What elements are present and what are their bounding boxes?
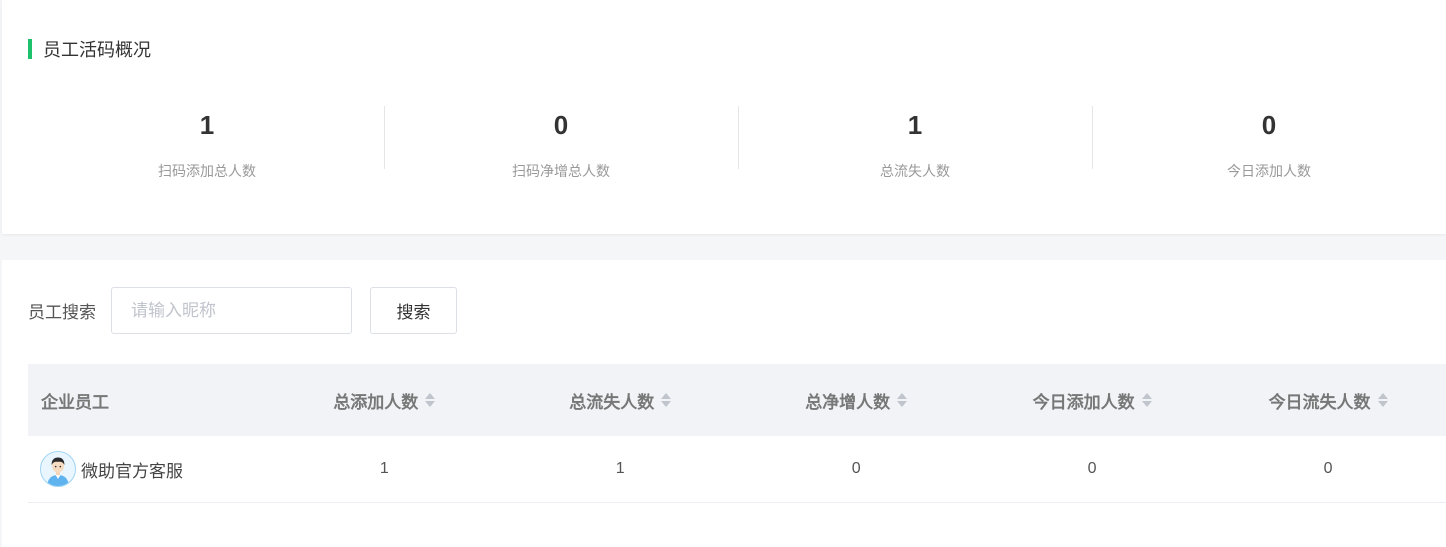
employee-table: 企业员工 总添加人数 总流失人数 总净增人数 今日添加人数 今日流失人数 微助官… (28, 364, 1446, 503)
column-header-label: 企业员工 (41, 392, 109, 413)
column-header-label: 总净增人数 (805, 392, 891, 413)
cell-total-lost: 1 (615, 460, 625, 477)
sort-icon[interactable] (897, 393, 908, 407)
stat-total-lost: 1 总流失人数 (738, 100, 1092, 180)
stat-label: 扫码添加总人数 (158, 164, 256, 180)
overview-card: 员工活码概况 1 扫码添加总人数 0 扫码净增总人数 1 总流失人数 0 今日添… (2, 0, 1446, 234)
stat-value: 0 (1261, 110, 1277, 140)
stat-value: 0 (553, 110, 569, 140)
stat-scan-net-total: 0 扫码净增总人数 (384, 100, 738, 180)
column-header-label: 总流失人数 (569, 392, 655, 413)
cell-total-added: 1 (379, 460, 389, 477)
stat-label: 总流失人数 (880, 164, 950, 180)
stat-scan-add-total: 1 扫码添加总人数 (30, 100, 384, 180)
employee-cell: 微助官方客服 (28, 451, 266, 487)
table-row[interactable]: 微助官方客服 1 1 0 0 0 (28, 436, 1446, 503)
stat-value: 1 (907, 110, 923, 140)
search-label: 员工搜索 (28, 303, 96, 323)
column-header-label: 今日添加人数 (1032, 392, 1135, 413)
stat-label: 扫码净增总人数 (512, 164, 610, 180)
column-header-label: 今日流失人数 (1268, 392, 1371, 413)
column-header-today-lost[interactable]: 今日流失人数 (1210, 388, 1446, 413)
column-header-total-net[interactable]: 总净增人数 (738, 388, 974, 413)
search-button[interactable]: 搜索 (370, 287, 457, 334)
stat-label: 今日添加人数 (1227, 164, 1311, 180)
sort-icon[interactable] (425, 393, 436, 407)
overview-header: 员工活码概况 (28, 38, 151, 61)
column-header-label: 总添加人数 (333, 392, 419, 413)
cell-total-net: 0 (851, 460, 861, 477)
employee-list-card: 员工搜索 搜索 企业员工 总添加人数 总流失人数 总净增人数 今日添加人数 (2, 260, 1446, 547)
employee-name: 微助官方客服 (81, 461, 183, 482)
column-header-total-lost[interactable]: 总流失人数 (502, 388, 738, 413)
search-row: 员工搜索 搜索 (28, 286, 457, 335)
stats-row: 1 扫码添加总人数 0 扫码净增总人数 1 总流失人数 0 今日添加人数 (30, 100, 1446, 180)
stat-today-added: 0 今日添加人数 (1092, 100, 1446, 180)
user-avatar-icon (40, 451, 76, 487)
sort-icon[interactable] (1141, 393, 1152, 407)
stat-value: 1 (199, 110, 215, 140)
column-header-employee: 企业员工 (28, 388, 266, 413)
table-header: 企业员工 总添加人数 总流失人数 总净增人数 今日添加人数 今日流失人数 (28, 364, 1446, 436)
sort-icon[interactable] (661, 393, 672, 407)
title-accent-bar (28, 39, 32, 59)
overview-title: 员工活码概况 (43, 40, 151, 61)
cell-today-lost: 0 (1323, 460, 1333, 477)
cell-today-added: 0 (1087, 460, 1097, 477)
column-header-today-added[interactable]: 今日添加人数 (974, 388, 1210, 413)
search-input[interactable] (111, 287, 352, 334)
column-header-total-added[interactable]: 总添加人数 (266, 388, 502, 413)
sort-icon[interactable] (1377, 393, 1388, 407)
